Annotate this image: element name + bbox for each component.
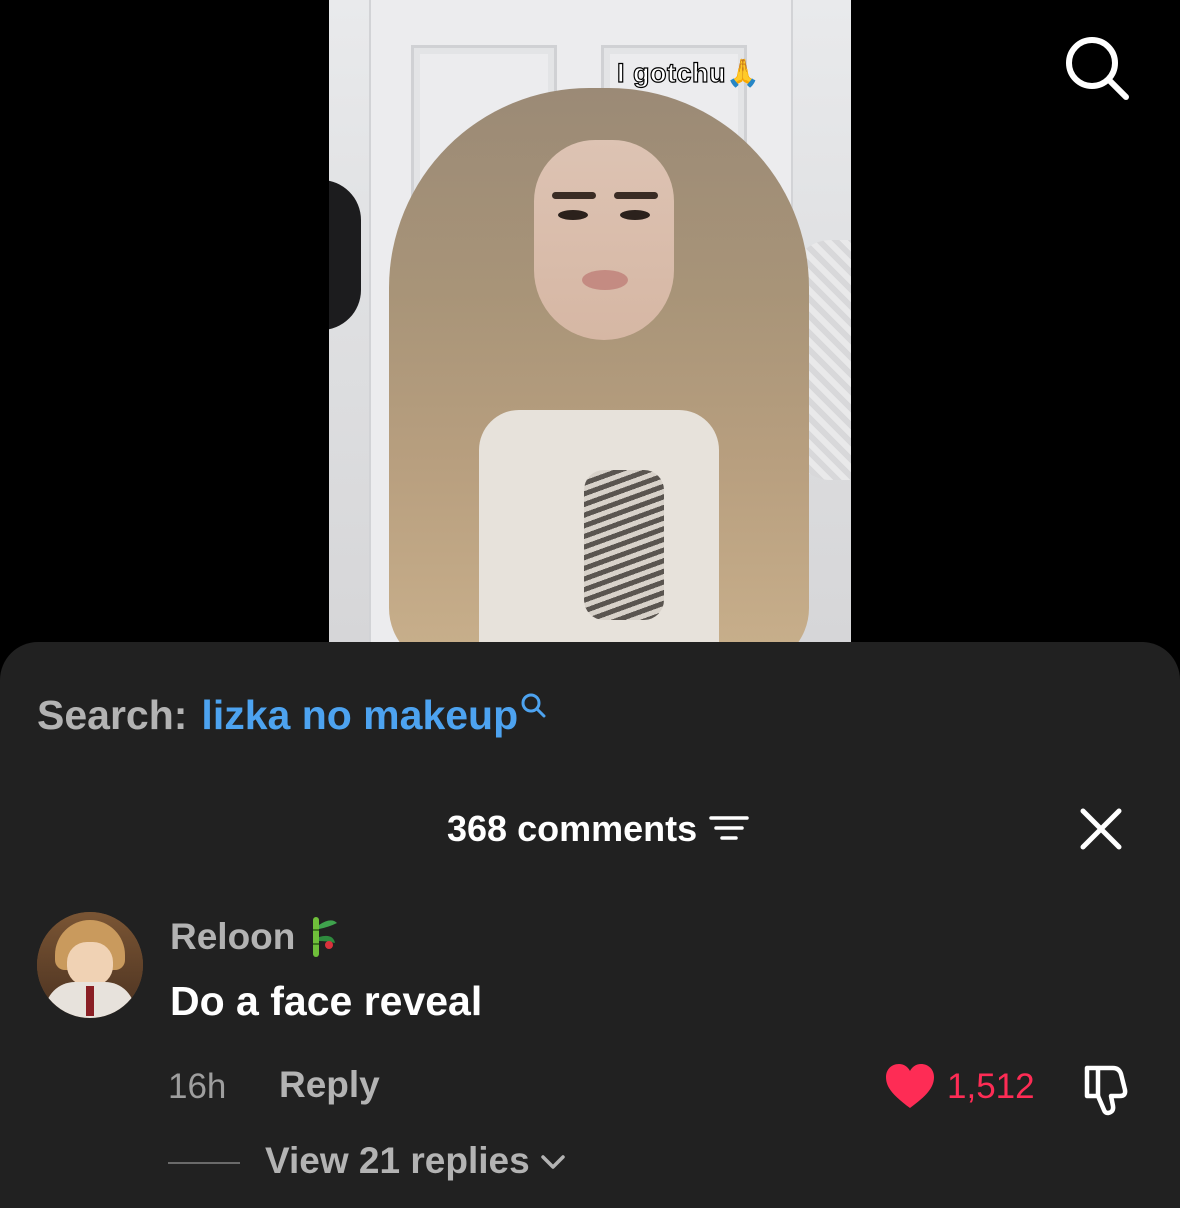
close-icon[interactable]	[1078, 806, 1124, 852]
eyebrow	[614, 192, 658, 199]
username-text[interactable]: Reloon	[170, 916, 295, 958]
avatar-face	[67, 942, 113, 986]
eye	[558, 210, 588, 220]
reply-button[interactable]: Reply	[279, 1064, 380, 1106]
chevron-down-icon	[540, 1155, 565, 1169]
comments-header: 368 comments	[447, 808, 749, 850]
view-replies-label[interactable]: View 21 replies	[265, 1140, 530, 1182]
bamboo-badge-icon	[313, 917, 338, 957]
caption-text: I gotchu	[616, 57, 726, 88]
eyebrow	[552, 192, 596, 199]
replies-divider	[168, 1162, 240, 1164]
video-player[interactable]: I gotchu🙏	[329, 0, 851, 645]
heart-icon[interactable]	[884, 1062, 936, 1110]
search-icon[interactable]	[1063, 34, 1131, 102]
comment-username[interactable]: Reloon 🎋	[170, 915, 341, 959]
search-mini-icon	[521, 693, 546, 718]
video-caption: I gotchu🙏	[616, 57, 761, 89]
lips	[582, 270, 628, 290]
caption-emoji: 🙏	[725, 58, 761, 88]
avatar-tie	[86, 986, 94, 1016]
search-query-link[interactable]: lizka no makeup	[201, 692, 518, 739]
filter-icon[interactable]	[709, 814, 749, 844]
comment-timestamp: 16h	[168, 1067, 227, 1106]
dislike-icon[interactable]	[1079, 1060, 1135, 1116]
avatar[interactable]	[37, 912, 143, 1018]
dark-cloth	[329, 180, 361, 330]
related-search[interactable]: Search: lizka no makeup	[37, 692, 546, 739]
shirt-print	[584, 470, 664, 620]
eye	[620, 210, 650, 220]
comment-count: 368 comments	[447, 808, 698, 849]
view-replies-button[interactable]: View 21 replies	[265, 1140, 566, 1182]
like-count: 1,512	[947, 1067, 1035, 1106]
person-face	[534, 140, 674, 340]
search-label: Search:	[37, 692, 188, 738]
comment-text: Do a face reveal	[170, 978, 483, 1024]
